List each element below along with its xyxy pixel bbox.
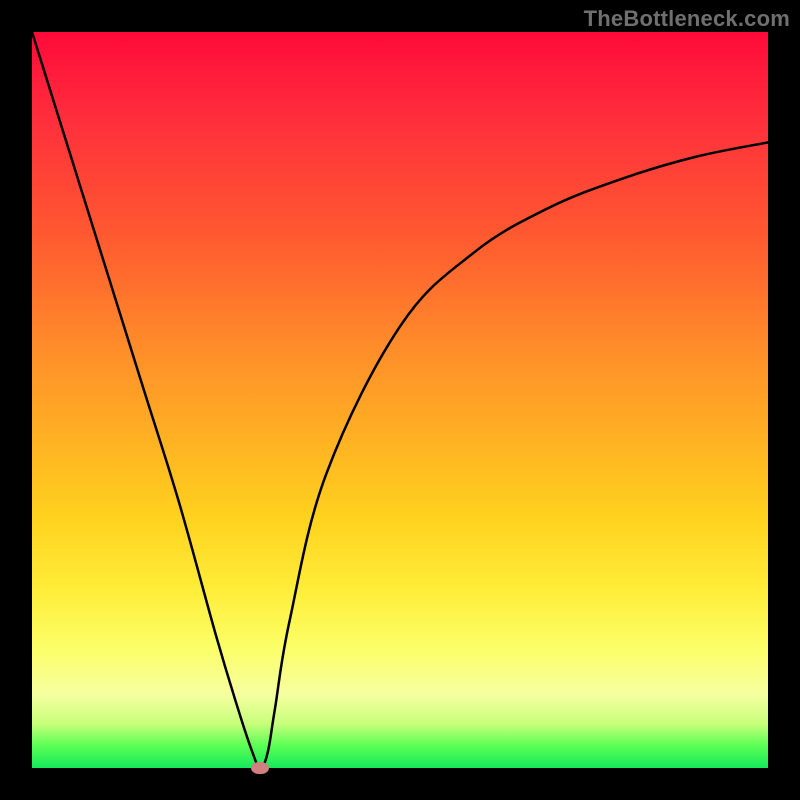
watermark-text: TheBottleneck.com [584, 6, 790, 32]
curve-path [32, 32, 768, 768]
bottleneck-curve [32, 32, 768, 768]
optimal-point-marker [251, 762, 269, 774]
plot-area [32, 32, 768, 768]
chart-frame: TheBottleneck.com [0, 0, 800, 800]
